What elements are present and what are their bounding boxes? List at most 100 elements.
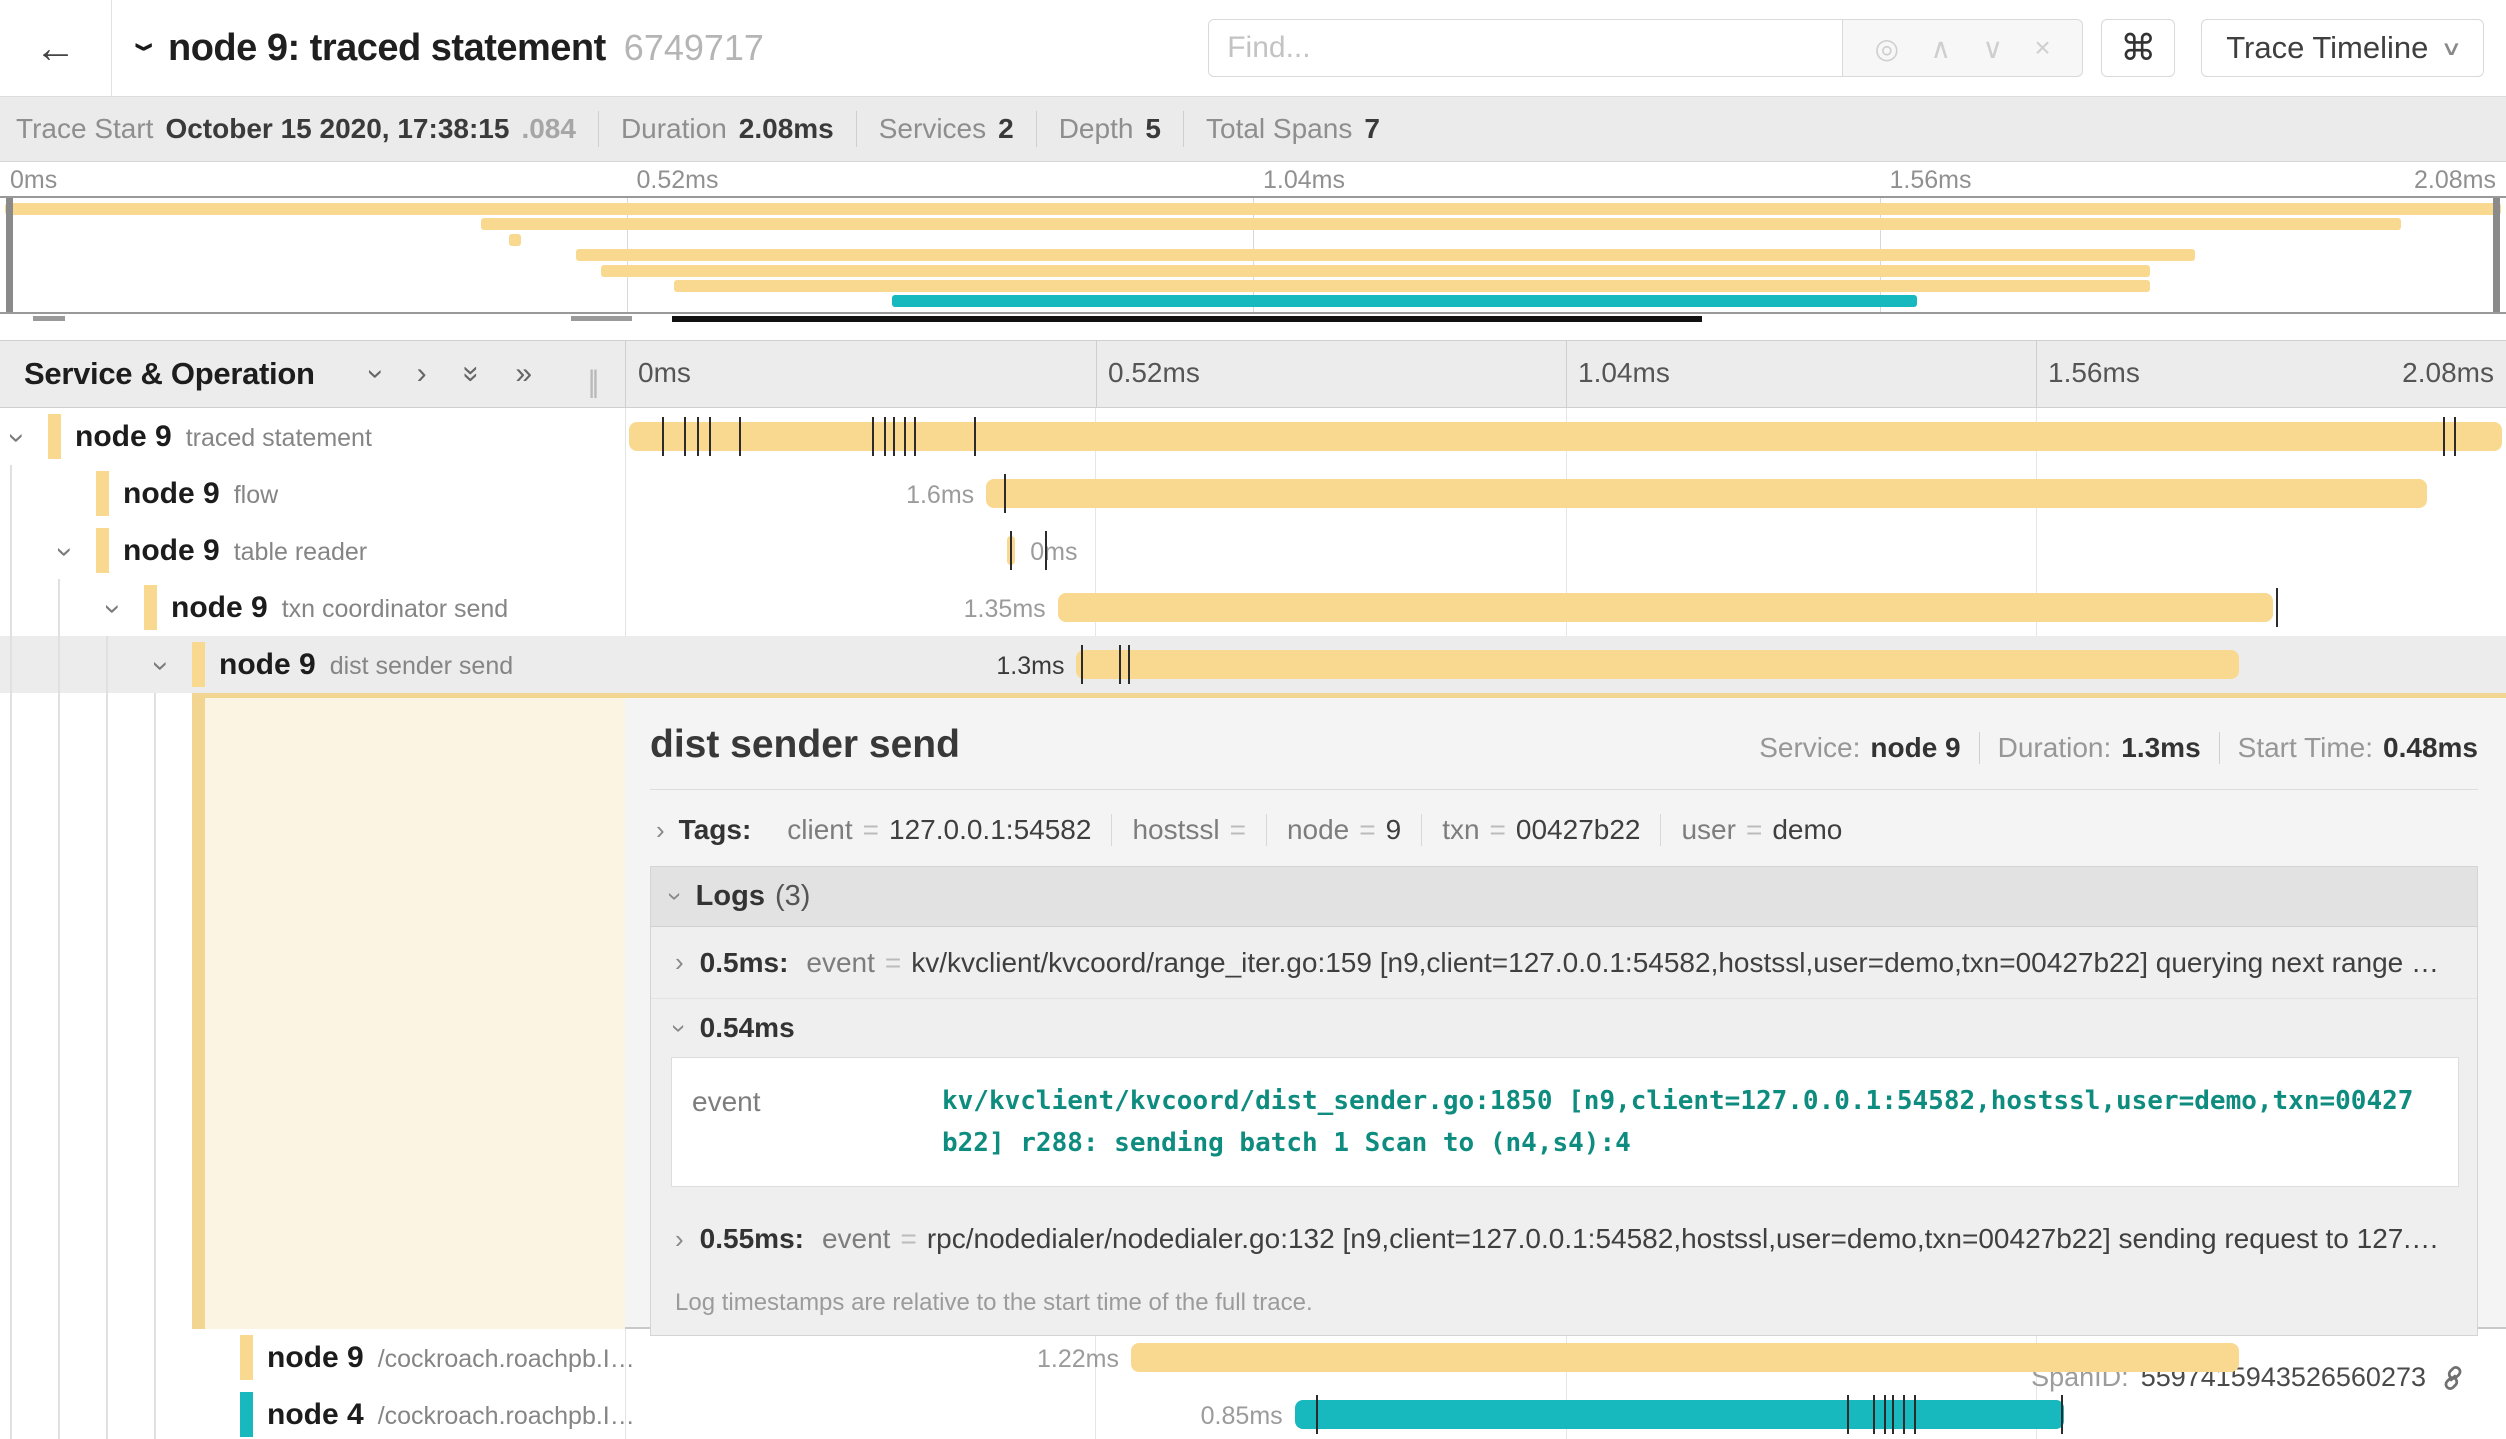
span-row-timeline[interactable]: 1.35ms xyxy=(625,579,2506,636)
log-field-key: event xyxy=(692,1080,942,1164)
summary-label: Services xyxy=(879,113,986,145)
view-selector-button[interactable]: Trace Timeline ∨ xyxy=(2201,19,2484,77)
match-target-icon[interactable]: ◎ xyxy=(1875,32,1899,65)
span-row-sidebar[interactable]: node 9/cockroach.roachpb.I… xyxy=(0,1329,625,1386)
clear-find-icon[interactable]: × xyxy=(2034,32,2050,64)
chevron-down-icon[interactable]: › xyxy=(96,604,130,614)
log-field-key: event xyxy=(806,947,875,979)
tag-item: txn=00427b22 xyxy=(1422,814,1661,846)
collapse-title-icon[interactable]: › xyxy=(121,42,169,52)
minimap-right-handle[interactable] xyxy=(2493,198,2500,312)
span-row-sidebar[interactable]: node 4/cockroach.roachpb.I… xyxy=(0,1386,625,1439)
tag-item: hostssl= xyxy=(1112,814,1267,846)
tags-accordion[interactable]: › Tags: client=127.0.0.1:54582hostssl=no… xyxy=(650,808,2478,866)
minimap-span-bar xyxy=(674,280,2150,292)
span-row-sidebar[interactable]: node 9traced statement › xyxy=(0,408,625,465)
tree-indent-guide xyxy=(58,693,60,1329)
summary-item: Duration2.08ms xyxy=(599,111,857,147)
span-bar[interactable] xyxy=(1295,1400,2064,1429)
next-match-icon[interactable]: ∨ xyxy=(1982,32,2003,65)
span-row-sidebar[interactable]: node 9txn coordinator send › xyxy=(0,579,625,636)
span-bar[interactable] xyxy=(1058,593,2273,622)
span-row[interactable]: node 9flow 1.6ms xyxy=(0,465,2506,522)
ruler-tick-label: 1.04ms xyxy=(1578,357,1670,389)
span-row[interactable]: node 9traced statement › xyxy=(0,408,2506,465)
span-row[interactable]: node 9table reader › 0ms xyxy=(0,522,2506,579)
span-row-timeline[interactable]: 1.22ms xyxy=(625,1329,2506,1386)
span-row-timeline[interactable]: 0.85ms xyxy=(625,1386,2506,1439)
view-selector-label: Trace Timeline xyxy=(2226,30,2428,66)
chevron-down-icon[interactable]: › xyxy=(144,661,178,671)
span-bar[interactable] xyxy=(629,422,2502,451)
summary-item: Services2 xyxy=(857,111,1037,147)
logs-body: ›0.5ms:event=kv/kvclient/kvcoord/range_i… xyxy=(651,927,2477,1275)
summary-value: 7 xyxy=(1364,113,1380,145)
collapse-one-icon[interactable]: › xyxy=(361,369,391,379)
span-row-timeline[interactable] xyxy=(625,408,2506,465)
minimap-scrubber[interactable] xyxy=(0,196,2506,314)
logs-header[interactable]: › Logs (3) xyxy=(651,867,2477,927)
span-row[interactable]: node 9txn coordinator send › 1.35ms xyxy=(0,579,2506,636)
expand-all-icon[interactable]: » xyxy=(515,359,532,389)
span-row[interactable]: node 4/cockroach.roachpb.I… 0.85ms xyxy=(0,1386,2506,1439)
span-row-timeline[interactable]: 1.6ms xyxy=(625,465,2506,522)
ruler-gridline xyxy=(2036,341,2037,407)
tree-indent-guide xyxy=(154,1329,156,1386)
trace-id: 6749717 xyxy=(624,27,764,69)
summary-label: Trace Start xyxy=(16,113,153,145)
log-entry[interactable]: ›0.5ms:event=kv/kvclient/kvcoord/range_i… xyxy=(651,927,2477,999)
log-field-table: eventkv/kvclient/kvcoord/dist_sender.go:… xyxy=(671,1057,2459,1187)
span-detail-indent-fill xyxy=(205,693,625,1329)
minimap-scroll-indicator[interactable] xyxy=(0,314,2506,340)
find-controls: ◎ ∧ ∨ × xyxy=(1843,19,2083,77)
span-meta-item: Service:node 9 xyxy=(1741,732,1979,764)
span-log-tick xyxy=(1128,645,1130,684)
tree-indent-guide xyxy=(106,693,108,1329)
span-log-tick xyxy=(974,417,976,456)
back-button[interactable]: ← xyxy=(0,0,112,96)
span-row-timeline[interactable]: 0ms xyxy=(625,522,2506,579)
chevron-down-icon[interactable]: › xyxy=(48,547,82,557)
minimap-left-handle[interactable] xyxy=(6,198,13,312)
span-row-timeline[interactable]: 1.3ms xyxy=(625,636,2506,693)
service-operation-header: Service & Operation › › » » ▕▏ xyxy=(0,341,625,407)
log-entry[interactable]: ›0.55ms:event=rpc/nodedialer/nodedialer.… xyxy=(651,1203,2477,1275)
span-bar[interactable] xyxy=(986,479,2427,508)
tree-indent-guide xyxy=(10,579,12,636)
service-operation-title: Service & Operation xyxy=(24,356,315,392)
column-resize-grip[interactable]: ▕▏ xyxy=(574,370,615,399)
span-log-tick xyxy=(1847,1395,1849,1434)
trace-title: node 9: traced statement xyxy=(168,27,606,70)
span-row-sidebar[interactable]: node 9dist sender send › xyxy=(0,636,625,693)
span-bar[interactable] xyxy=(1131,1343,2239,1372)
chevron-down-icon[interactable]: › xyxy=(0,433,34,443)
tag-key: txn xyxy=(1442,814,1479,846)
prev-match-icon[interactable]: ∧ xyxy=(1931,32,1952,65)
minimap-viewport-bar[interactable] xyxy=(672,316,1702,322)
collapse-all-icon[interactable]: » xyxy=(456,366,486,383)
span-row-sidebar[interactable]: node 9flow xyxy=(0,465,625,522)
span-row[interactable]: node 9dist sender send › 1.3ms xyxy=(0,636,2506,693)
span-row[interactable]: node 9/cockroach.roachpb.I… 1.22ms xyxy=(0,1329,2506,1386)
find-input[interactable] xyxy=(1208,19,1843,77)
log-entry-expanded-header[interactable]: ›0.54ms xyxy=(651,999,2477,1057)
chevron-right-icon: › xyxy=(656,815,665,846)
ruler-tick-label: 0.52ms xyxy=(1108,357,1200,389)
expand-one-icon[interactable]: › xyxy=(417,359,427,389)
span-bar[interactable] xyxy=(1076,650,2238,679)
keyboard-shortcuts-button[interactable]: ⌘ xyxy=(2101,19,2175,77)
span-log-tick xyxy=(893,417,895,456)
span-operation-name: traced statement xyxy=(186,424,372,452)
span-color-bar xyxy=(96,528,109,573)
summary-item: Total Spans7 xyxy=(1184,111,1402,147)
log-key-value: event=kv/kvclient/kvcoord/range_iter.go:… xyxy=(806,947,2455,979)
tree-indent-guide xyxy=(154,1386,156,1439)
meta-label: Duration: xyxy=(1998,732,2112,764)
summary-item: Trace StartOctober 15 2020, 17:38:15.084 xyxy=(16,111,599,147)
minimap-span-bar xyxy=(601,265,2150,277)
ruler-gridline xyxy=(1566,341,1567,407)
chevron-right-icon: › xyxy=(675,947,684,978)
span-detail-meta: Service:node 9Duration:1.3msStart Time:0… xyxy=(1741,732,2478,764)
span-row-sidebar[interactable]: node 9table reader › xyxy=(0,522,625,579)
logs-footnote: Log timestamps are relative to the start… xyxy=(651,1275,2477,1335)
